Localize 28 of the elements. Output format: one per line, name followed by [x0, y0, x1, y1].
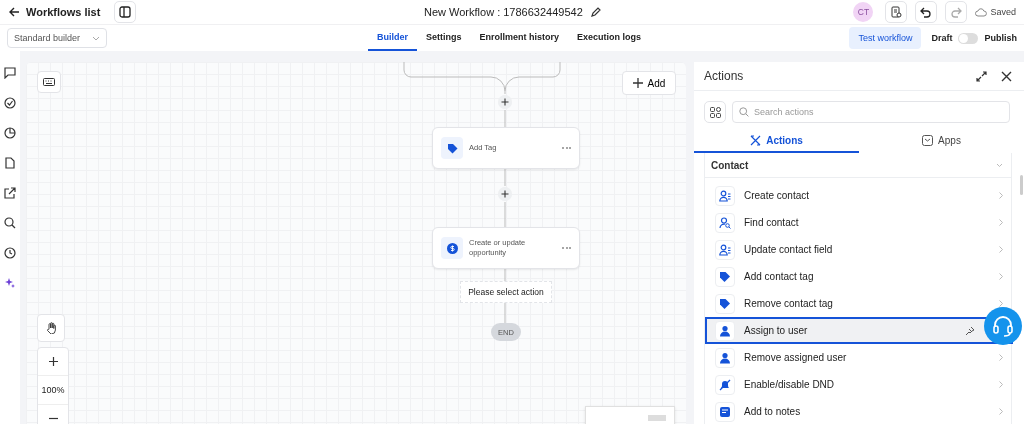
panel-tab[interactable]: Actions	[694, 129, 859, 153]
action-item[interactable]: Enable/disable DND	[705, 371, 1011, 398]
panel-title: Actions	[704, 69, 744, 83]
builder-tab[interactable]: Settings	[417, 25, 471, 51]
action-item[interactable]: Add contact tag	[705, 263, 1011, 290]
test-workflow-button[interactable]: Test workflow	[849, 27, 922, 49]
publish-label: Publish	[984, 33, 1017, 43]
builder-tab[interactable]: Builder	[368, 25, 417, 51]
action-item[interactable]: Add to notes	[705, 398, 1011, 424]
user-avatar[interactable]: CT	[853, 2, 874, 22]
panel-tab[interactable]: Apps	[859, 129, 1024, 153]
back-link[interactable]: Workflows list	[26, 6, 101, 18]
add-button[interactable]: Add	[622, 71, 676, 95]
action-item[interactable]: Find contact	[705, 209, 1011, 236]
save-status: Saved	[990, 7, 1016, 17]
builder-tab[interactable]: Enrollment history	[470, 25, 569, 51]
select-action-warning: Please select action	[460, 281, 552, 303]
zoom-level: 100%	[38, 376, 68, 405]
action-item[interactable]: Assign to user	[705, 317, 1013, 344]
builder-mode-dropdown[interactable]: Standard builder	[7, 28, 107, 48]
workflow-title: New Workflow : 1786632449542	[424, 6, 583, 18]
action-item[interactable]: Update contact field	[705, 236, 1011, 263]
search-field[interactable]: Search actions	[732, 101, 1010, 123]
section-title: Contact	[711, 159, 749, 171]
action-item[interactable]: Create contact	[705, 182, 1011, 209]
action-item[interactable]: Remove assigned user	[705, 344, 1011, 371]
builder-tab[interactable]: Execution logs	[568, 25, 651, 51]
draft-label: Draft	[931, 33, 953, 43]
